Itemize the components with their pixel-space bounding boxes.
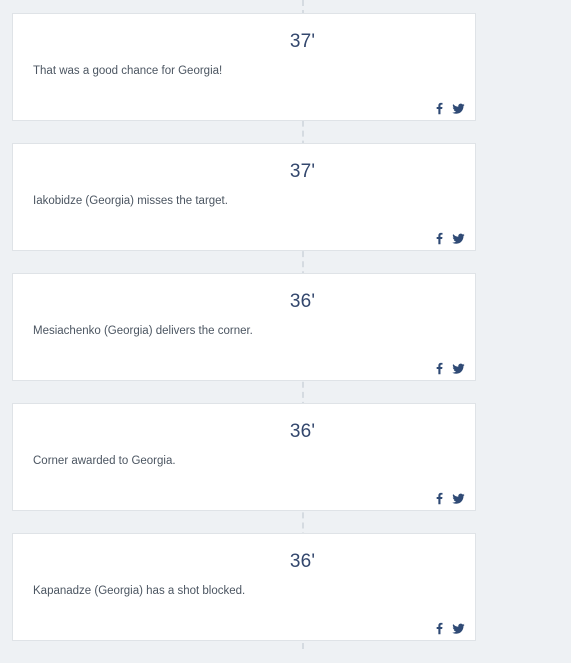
share-buttons — [433, 232, 465, 245]
event-text: Kapanadze (Georgia) has a shot blocked. — [33, 585, 246, 597]
twitter-icon[interactable] — [452, 622, 465, 635]
event-card: 36' Kapanadze (Georgia) has a shot block… — [12, 533, 476, 641]
event-text: Corner awarded to Georgia. — [33, 455, 176, 467]
event-minute: 36' — [289, 421, 316, 442]
event-card: 37' That was a good chance for Georgia! — [12, 13, 476, 121]
twitter-icon[interactable] — [452, 232, 465, 245]
event-minute: 36' — [289, 291, 316, 312]
share-buttons — [433, 492, 465, 505]
twitter-icon[interactable] — [452, 102, 465, 115]
event-text: That was a good chance for Georgia! — [33, 65, 223, 77]
facebook-icon[interactable] — [433, 492, 446, 505]
event-minute: 37' — [289, 161, 316, 182]
event-card: 36' Mesiachenko (Georgia) delivers the c… — [12, 273, 476, 381]
facebook-icon[interactable] — [433, 362, 446, 375]
facebook-icon[interactable] — [433, 622, 446, 635]
facebook-icon[interactable] — [433, 102, 446, 115]
twitter-icon[interactable] — [452, 492, 465, 505]
share-buttons — [433, 362, 465, 375]
event-minute: 36' — [289, 551, 316, 572]
event-text: Iakobidze (Georgia) misses the target. — [33, 195, 228, 207]
event-card: 36' Corner awarded to Georgia. — [12, 403, 476, 511]
commentary-feed: 37' That was a good chance for Georgia! … — [12, 13, 476, 663]
event-text: Mesiachenko (Georgia) delivers the corne… — [33, 325, 253, 337]
share-buttons — [433, 622, 465, 635]
twitter-icon[interactable] — [452, 362, 465, 375]
share-buttons — [433, 102, 465, 115]
facebook-icon[interactable] — [433, 232, 446, 245]
event-minute: 37' — [289, 31, 316, 52]
event-card: 37' Iakobidze (Georgia) misses the targe… — [12, 143, 476, 251]
